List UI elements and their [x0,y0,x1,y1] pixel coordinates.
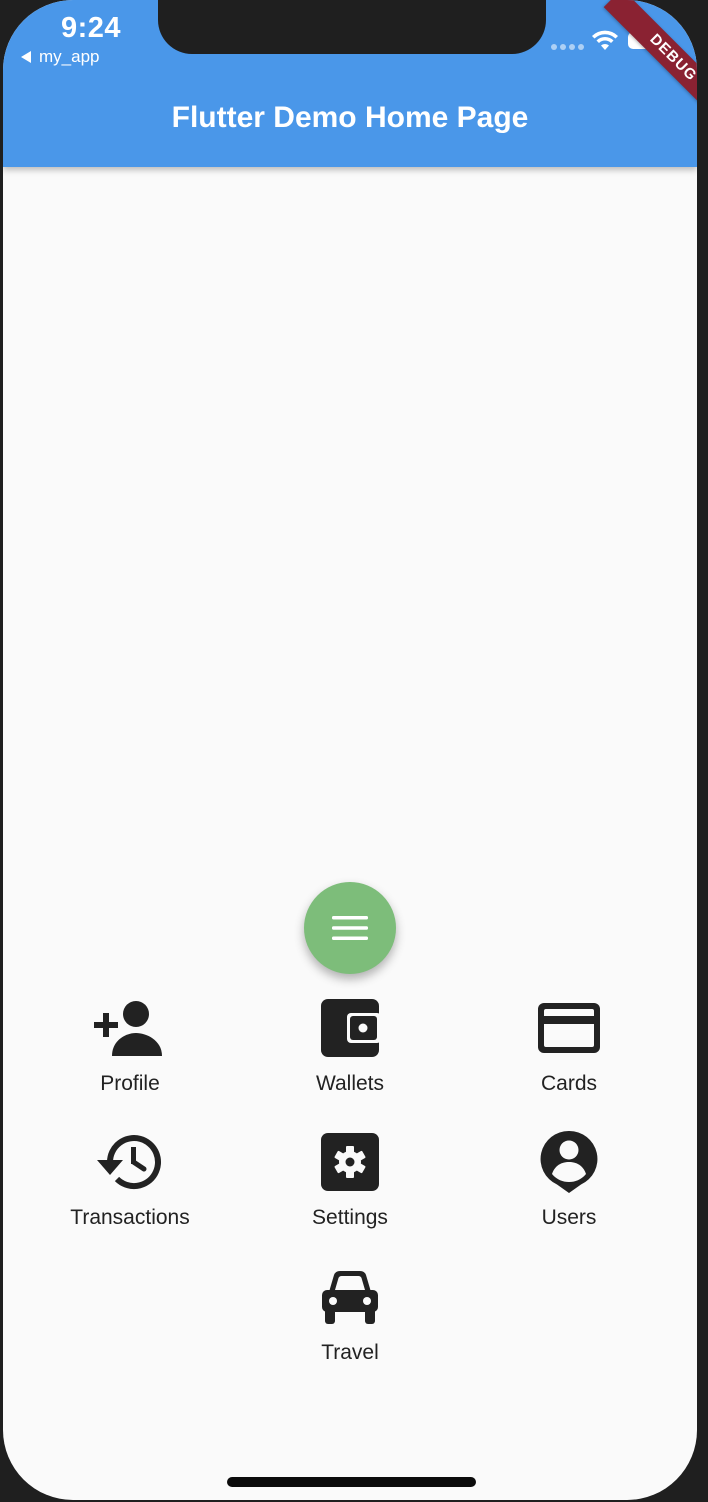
credit-card-icon [529,994,609,1062]
history-icon [90,1128,170,1196]
phone-screen: 9:24 my_app Flutter Demo Home Page DEBUG [3,0,697,1500]
back-to-app-link[interactable]: my_app [21,47,99,67]
menu-item-travel[interactable]: Travel [240,1263,460,1365]
menu-item-label: Users [541,1206,597,1229]
back-app-label: my_app [39,47,100,66]
wifi-icon [592,30,618,50]
menu-item-cards[interactable]: Cards [459,994,679,1096]
car-icon [310,1263,390,1331]
menu-item-label: Cards [540,1072,598,1095]
menu-icon [332,916,368,940]
menu-item-label: Profile [100,1072,160,1095]
device-notch [158,0,546,54]
person-add-icon [90,994,170,1062]
menu-item-label: Wallets [315,1072,385,1095]
status-time: 9:24 [61,12,122,44]
wallet-icon [310,994,390,1062]
home-indicator[interactable] [227,1477,476,1487]
cellular-signal-icon [551,44,584,50]
settings-icon [310,1128,390,1196]
menu-item-label: Settings [312,1206,388,1229]
menu-item-label: Travel [321,1341,379,1364]
menu-item-wallets[interactable]: Wallets [240,994,460,1096]
menu-item-profile[interactable]: Profile [20,994,240,1096]
menu-item-settings[interactable]: Settings [240,1128,460,1230]
page-title: Flutter Demo Home Page [171,101,529,134]
user-pin-icon [529,1128,609,1196]
menu-item-users[interactable]: Users [459,1128,679,1230]
menu-item-transactions[interactable]: Transactions [20,1128,240,1230]
menu-item-label: Transactions [70,1206,190,1229]
menu-fab-button[interactable] [304,882,396,974]
back-arrow-icon [21,51,31,63]
